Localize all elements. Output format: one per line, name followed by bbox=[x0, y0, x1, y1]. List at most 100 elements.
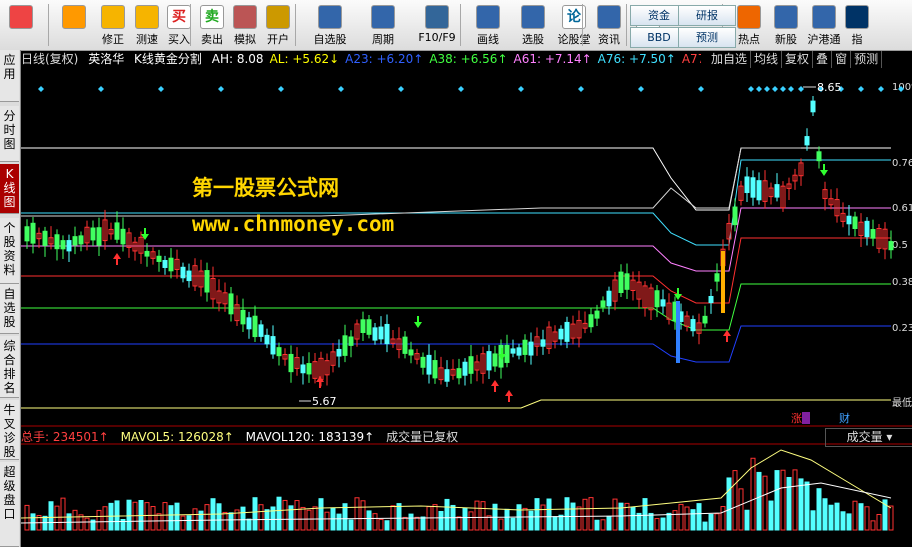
indicator-name[interactable]: K线黄金分割 bbox=[134, 52, 202, 66]
toolbar-button-18[interactable]: 沪港通 bbox=[806, 2, 842, 48]
toolbar-button-17[interactable]: 新股 bbox=[768, 2, 804, 48]
toolbar-button-9[interactable]: 周期 bbox=[358, 2, 408, 48]
volume-bar bbox=[30, 513, 36, 531]
candle-body bbox=[588, 314, 594, 328]
candle-body bbox=[246, 317, 252, 330]
volume-bar bbox=[216, 503, 222, 531]
toolbar-button-label: 测速 bbox=[136, 33, 158, 46]
left-tab-0[interactable]: 应用 bbox=[0, 50, 19, 102]
toolbar-button-10[interactable]: F10/F9 bbox=[412, 2, 462, 48]
volume-select-label: 成交量 bbox=[846, 430, 883, 444]
document-icon bbox=[425, 5, 449, 29]
volume-bar bbox=[384, 520, 390, 531]
candle-body bbox=[300, 364, 306, 374]
chart-button-2[interactable]: 复权 bbox=[782, 51, 814, 68]
volume-bar bbox=[696, 503, 702, 531]
period-label[interactable]: 日线(复权) bbox=[21, 52, 78, 66]
back-arrow-button[interactable] bbox=[55, 2, 93, 48]
toolbar-button-label: 资讯 bbox=[598, 33, 620, 46]
toolbar-button-2[interactable]: 修正 bbox=[98, 2, 128, 48]
chart-button-0[interactable]: 加自选 bbox=[708, 51, 752, 68]
back-arrow-icon bbox=[62, 5, 86, 29]
toolbar-small-button-1[interactable]: 研报 bbox=[678, 5, 736, 26]
candle-body bbox=[654, 290, 660, 308]
candle-body bbox=[852, 216, 858, 230]
candle-body bbox=[600, 300, 606, 308]
chart-button-1[interactable]: 均线 bbox=[751, 51, 783, 68]
candle-body bbox=[204, 270, 210, 293]
candle-body bbox=[504, 344, 510, 363]
left-tab-2[interactable]: K线图 bbox=[0, 164, 19, 214]
volume-bar bbox=[510, 517, 516, 531]
toolbar-button-5[interactable]: 卖卖出 bbox=[197, 2, 227, 48]
hk-connect-icon bbox=[812, 5, 836, 29]
volume-bar bbox=[504, 508, 510, 531]
left-tab-1[interactable]: 分时图 bbox=[0, 106, 19, 162]
volume-bar bbox=[846, 513, 852, 531]
candle-body bbox=[348, 336, 354, 346]
chart-button-3[interactable]: 叠 bbox=[813, 51, 833, 68]
candle-body bbox=[870, 229, 876, 239]
kline-chart[interactable]: 100%0.760.610.50.380.23最低8.655.67涨财 bbox=[21, 68, 912, 547]
volume-bar bbox=[816, 488, 822, 531]
toolbar-button-16[interactable]: 热点 bbox=[732, 2, 766, 48]
volume-bar bbox=[768, 500, 774, 531]
toolbar-button-6[interactable]: 模拟 bbox=[230, 2, 260, 48]
candle-body bbox=[528, 341, 534, 356]
toolbar-button-12[interactable]: 选股 bbox=[512, 2, 554, 48]
monitor-icon bbox=[521, 5, 545, 29]
volume-bar bbox=[174, 502, 180, 531]
left-tab-6[interactable]: 牛叉诊股 bbox=[0, 400, 19, 460]
toolbar-button-label: 热点 bbox=[738, 33, 760, 46]
left-tab-5[interactable]: 综合排名 bbox=[0, 336, 19, 398]
indicator-info-line: 日线(复权) 英洛华 K线黄金分割 AH: 8.08 AL: +5.62↓ A23:… bbox=[21, 51, 701, 68]
volume-bar bbox=[618, 502, 624, 531]
toolbar-button-11[interactable]: 画线 bbox=[466, 2, 510, 48]
candle-body bbox=[288, 353, 294, 373]
candle-body bbox=[408, 349, 414, 356]
toolbar-button-19[interactable]: 指 bbox=[842, 2, 872, 48]
zhang-marker: 涨 bbox=[791, 412, 802, 425]
candle-body bbox=[462, 361, 468, 376]
candle-body bbox=[360, 319, 366, 333]
left-tab-7[interactable]: 超级盘口 bbox=[0, 462, 19, 547]
candle-body bbox=[336, 348, 342, 357]
volume-bar bbox=[396, 503, 402, 531]
up-down-arrow-icon bbox=[101, 5, 125, 29]
toolbar-button-label: 沪港通 bbox=[807, 33, 841, 46]
volume-bar bbox=[186, 515, 192, 531]
toolbar-button-7[interactable]: 开户 bbox=[262, 2, 294, 48]
chart-button-4[interactable]: 窗 bbox=[832, 51, 852, 68]
candle-body bbox=[270, 336, 276, 355]
volume-bar bbox=[630, 506, 636, 531]
candle-body bbox=[264, 334, 270, 345]
left-tab-3[interactable]: 个股资料 bbox=[0, 218, 19, 284]
candle-body bbox=[540, 339, 546, 347]
volume-bar bbox=[348, 519, 354, 531]
toolbar-button-8[interactable]: 自选股 bbox=[304, 2, 356, 48]
candle-body bbox=[372, 327, 378, 341]
candle-body bbox=[186, 270, 192, 282]
toolbar-button-3[interactable]: 测速 bbox=[132, 2, 162, 48]
volume-bar bbox=[126, 499, 132, 531]
candle-body bbox=[30, 222, 36, 244]
grid-button[interactable] bbox=[2, 2, 40, 48]
low-price-label: 5.67 bbox=[312, 395, 337, 408]
left-tab-4[interactable]: 自选股 bbox=[0, 284, 19, 334]
volume-bar bbox=[42, 515, 48, 531]
axis-label-3: 0.5 bbox=[892, 240, 908, 251]
indicator-value-6: A77: +6.85↑ bbox=[681, 52, 701, 66]
toolbar-button-14[interactable]: 资讯 bbox=[592, 2, 626, 48]
candle-body bbox=[606, 290, 612, 307]
volume-bar bbox=[798, 478, 804, 531]
candle-body bbox=[402, 336, 408, 354]
volume-bar bbox=[642, 498, 648, 531]
chart-button-5[interactable]: 预测 bbox=[851, 51, 883, 68]
volume-bar bbox=[828, 504, 834, 531]
axis-label-2: 0.61 bbox=[892, 203, 912, 214]
toolbar-small-button-3[interactable]: 预测 bbox=[678, 27, 736, 48]
toolbar-button-13[interactable]: 论论股堂 bbox=[556, 2, 592, 48]
candle-body bbox=[468, 356, 474, 374]
indicator-value-2: A23: +6.20↑ bbox=[345, 52, 424, 66]
volume-indicator-select[interactable]: 成交量 ▾ bbox=[825, 428, 912, 447]
